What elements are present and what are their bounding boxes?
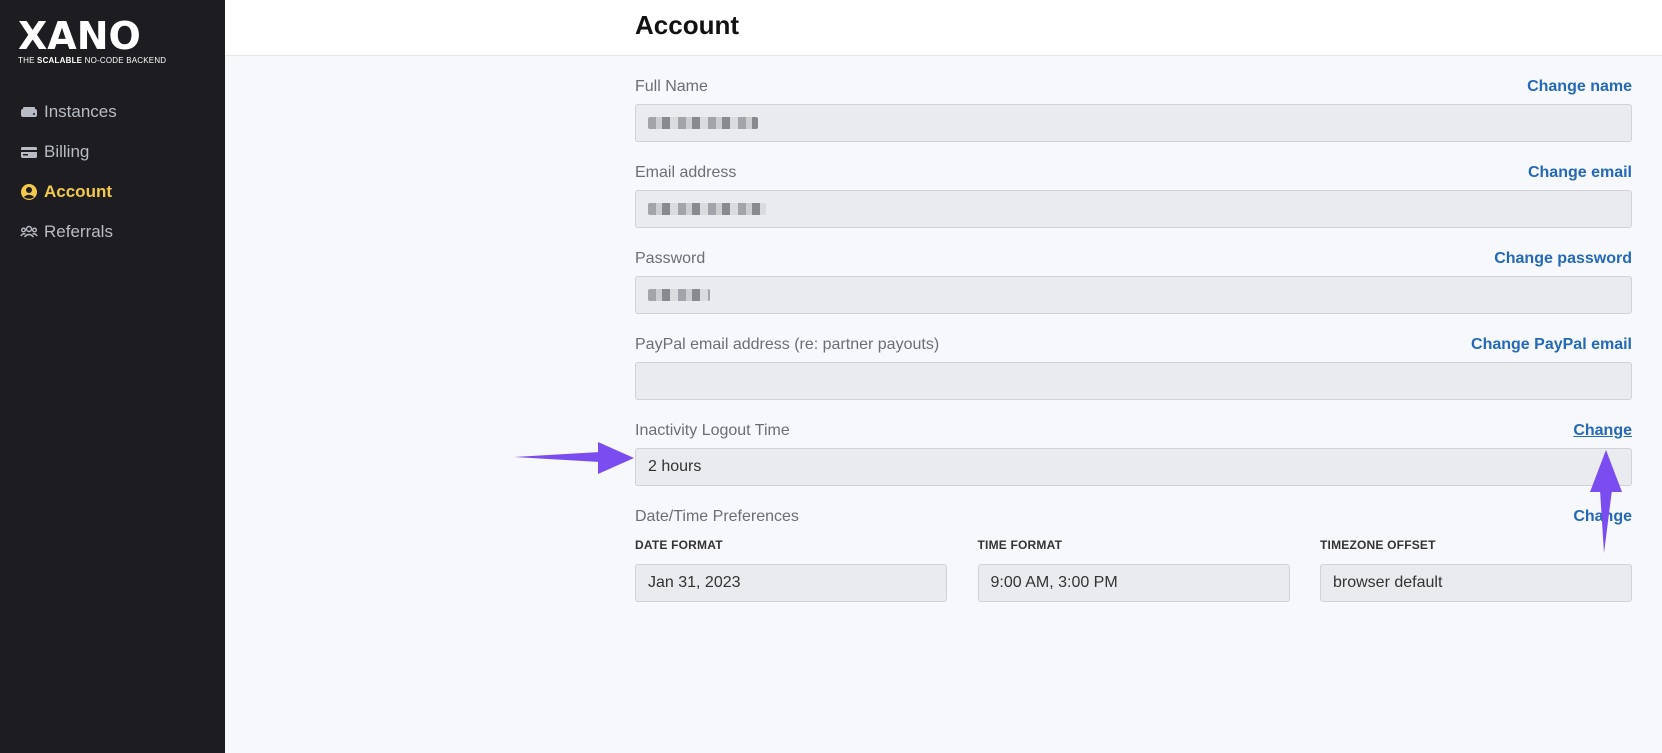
sidebar-nav: Instances Billing Account Referrals xyxy=(20,92,117,252)
sidebar-item-label: Billing xyxy=(44,142,90,161)
email-input[interactable] xyxy=(635,190,1632,228)
change-datetime-link[interactable]: Change xyxy=(1573,508,1632,526)
inactivity-logout-field: Inactivity Logout Time Change 2 hours xyxy=(635,420,1632,486)
redacted-value xyxy=(648,203,766,215)
password-field: Password Change password xyxy=(635,248,1632,314)
password-label: Password xyxy=(635,250,706,267)
paypal-email-label: PayPal email address (re: partner payout… xyxy=(635,336,940,353)
sidebar-item-billing[interactable]: Billing xyxy=(20,132,117,172)
inactivity-logout-label: Inactivity Logout Time xyxy=(635,422,790,439)
email-label: Email address xyxy=(635,164,737,181)
sidebar-item-instances[interactable]: Instances xyxy=(20,92,117,132)
full-name-field: Full Name Change name xyxy=(635,76,1632,142)
timezone-offset-label: TIMEZONE OFFSET xyxy=(1320,538,1436,552)
change-inactivity-link[interactable]: Change xyxy=(1573,422,1632,440)
full-name-input[interactable] xyxy=(635,104,1632,142)
tagline-pre: THE xyxy=(18,56,38,65)
paypal-email-input[interactable] xyxy=(635,362,1632,400)
email-field: Email address Change email xyxy=(635,162,1632,228)
server-icon xyxy=(20,103,38,121)
full-name-label: Full Name xyxy=(635,78,708,95)
page-title: Account xyxy=(635,10,739,40)
timezone-offset-value[interactable]: browser default xyxy=(1320,564,1632,602)
users-icon xyxy=(20,223,38,241)
time-format-group: TIME FORMAT 9:00 AM, 3:00 PM xyxy=(977,538,1290,602)
tagline-bold: SCALABLE xyxy=(37,56,83,65)
password-input[interactable] xyxy=(635,276,1632,314)
datetime-preferences-label: Date/Time Preferences xyxy=(635,508,799,525)
logo-wordmark: XANO xyxy=(18,14,141,58)
sidebar-item-referrals[interactable]: Referrals xyxy=(20,212,117,252)
time-format-value[interactable]: 9:00 AM, 3:00 PM xyxy=(977,564,1290,602)
tagline-post: NO-CODE BACKEND xyxy=(82,56,167,65)
arrow-right-icon xyxy=(514,442,634,474)
sidebar: XANO THE SCALABLE NO-CODE BACKEND Instan… xyxy=(0,0,225,753)
date-format-value[interactable]: Jan 31, 2023 xyxy=(635,564,947,602)
change-paypal-email-link[interactable]: Change PayPal email xyxy=(1471,336,1632,354)
user-circle-icon xyxy=(20,183,38,201)
redacted-value xyxy=(648,117,758,129)
sidebar-item-label: Referrals xyxy=(44,222,113,241)
inactivity-logout-value[interactable]: 2 hours xyxy=(635,448,1632,486)
time-format-label: TIME FORMAT xyxy=(977,538,1063,552)
credit-card-icon xyxy=(20,143,38,161)
account-form: Full Name Change name Email address Chan… xyxy=(635,56,1632,602)
sidebar-item-label: Account xyxy=(44,182,112,201)
logo-tagline: THE SCALABLE NO-CODE BACKEND xyxy=(18,56,166,65)
xano-logo[interactable]: XANO THE SCALABLE NO-CODE BACKEND xyxy=(18,14,166,65)
date-format-group: DATE FORMAT Jan 31, 2023 xyxy=(635,538,947,602)
timezone-offset-group: TIMEZONE OFFSET browser default xyxy=(1320,538,1632,602)
datetime-preferences-field: Date/Time Preferences Change DATE FORMAT… xyxy=(635,506,1632,602)
date-format-label: DATE FORMAT xyxy=(635,538,723,552)
sidebar-item-account[interactable]: Account xyxy=(20,172,117,212)
redacted-value xyxy=(648,289,710,301)
paypal-email-field: PayPal email address (re: partner payout… xyxy=(635,334,1632,400)
sidebar-item-label: Instances xyxy=(44,102,117,121)
change-name-link[interactable]: Change name xyxy=(1527,78,1632,96)
change-email-link[interactable]: Change email xyxy=(1528,164,1632,182)
change-password-link[interactable]: Change password xyxy=(1494,250,1632,268)
top-bar xyxy=(225,0,1662,56)
